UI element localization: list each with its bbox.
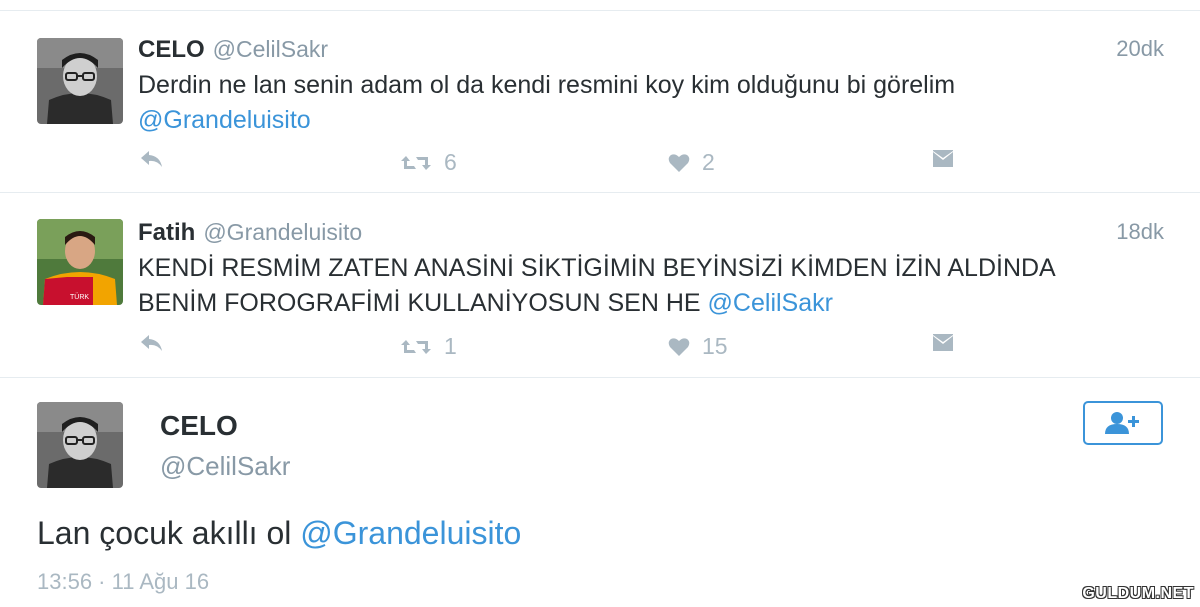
tweet-text: KENDİ RESMİM ZATEN ANASİNİ SİKTİGİMİN BE… — [138, 251, 1138, 321]
mention-link[interactable]: @Grandeluisito — [138, 106, 311, 134]
like-button[interactable]: 2 — [668, 149, 715, 176]
follow-button[interactable] — [1083, 401, 1163, 445]
like-count: 15 — [702, 333, 728, 359]
twitter-thread: CELO @CelilSakr 20dk Derdin ne lan senin… — [0, 0, 1200, 607]
svg-text:TÜRK: TÜRK — [70, 293, 89, 301]
envelope-icon — [933, 334, 953, 351]
avatar-jersey-boy-icon: TÜRK — [37, 219, 123, 305]
detail-tweet-text: Lan çocuk akıllı ol @Grandeluisito — [37, 515, 521, 552]
top-divider — [0, 10, 1200, 11]
avatar[interactable] — [37, 38, 123, 124]
like-button[interactable]: 15 — [668, 333, 728, 360]
retweet-count: 6 — [444, 149, 457, 175]
retweet-button[interactable]: 6 — [400, 149, 457, 176]
reply-icon — [141, 151, 162, 167]
envelope-icon — [933, 150, 953, 167]
retweet-count: 1 — [444, 333, 457, 359]
tweet-divider — [0, 377, 1200, 378]
display-name[interactable]: CELO — [160, 410, 238, 442]
message-button[interactable] — [932, 333, 954, 353]
tweet-header: CELO @CelilSakr — [138, 36, 328, 66]
mention-link[interactable]: @Grandeluisito — [300, 515, 521, 551]
reply-button[interactable] — [140, 333, 164, 353]
tweet-timestamp[interactable]: 13:56 · 11 Ağu 16 — [37, 569, 209, 595]
retweet-icon — [401, 339, 431, 354]
like-count: 2 — [702, 149, 715, 175]
tweet-1[interactable]: CELO @CelilSakr 20dk Derdin ne lan senin… — [0, 36, 1200, 196]
heart-icon — [668, 153, 690, 172]
tweet-body: Derdin ne lan senin adam ol da kendi res… — [138, 71, 956, 99]
reply-icon — [141, 335, 162, 351]
tweet-body: Lan çocuk akıllı ol — [37, 515, 292, 551]
retweet-icon — [401, 155, 431, 170]
watermark-logo: GULDUM.NET — [1082, 585, 1194, 602]
tweet-body-line-2: BENİM FOROGRAFİMİ KULLANİYOSUN SEN HE — [138, 289, 701, 317]
tweet-2[interactable]: TÜRK Fatih @Grandeluisito 18dk KENDİ RES… — [0, 219, 1200, 379]
user-handle[interactable]: @CelilSakr — [160, 451, 290, 482]
avatar-glasses-boy-icon — [37, 402, 123, 488]
tweet-actions: 1 15 — [138, 333, 958, 363]
avatar[interactable]: TÜRK — [37, 219, 123, 305]
user-handle[interactable]: @Grandeluisito — [203, 219, 362, 246]
display-name[interactable]: Fatih — [138, 219, 195, 247]
follow-user-icon — [1105, 412, 1139, 434]
tweet-body-line-1: KENDİ RESMİM ZATEN ANASİNİ SİKTİGİMİN BE… — [138, 254, 1056, 282]
message-button[interactable] — [932, 149, 954, 169]
avatar-glasses-boy-icon — [37, 38, 123, 124]
reply-button[interactable] — [140, 149, 164, 169]
retweet-button[interactable]: 1 — [400, 333, 457, 360]
tweet-actions: 6 2 — [138, 149, 958, 179]
tweet-time[interactable]: 18dk — [1116, 219, 1164, 245]
display-name[interactable]: CELO — [138, 36, 205, 64]
tweet-header: Fatih @Grandeluisito — [138, 219, 362, 249]
heart-icon — [668, 337, 690, 356]
tweet-divider — [0, 192, 1200, 193]
avatar[interactable] — [37, 402, 123, 488]
tweet-text: Derdin ne lan senin adam ol da kendi res… — [138, 68, 1138, 138]
user-handle[interactable]: @CelilSakr — [213, 36, 328, 63]
mention-link[interactable]: @CelilSakr — [708, 289, 833, 317]
tweet-time[interactable]: 20dk — [1116, 36, 1164, 62]
